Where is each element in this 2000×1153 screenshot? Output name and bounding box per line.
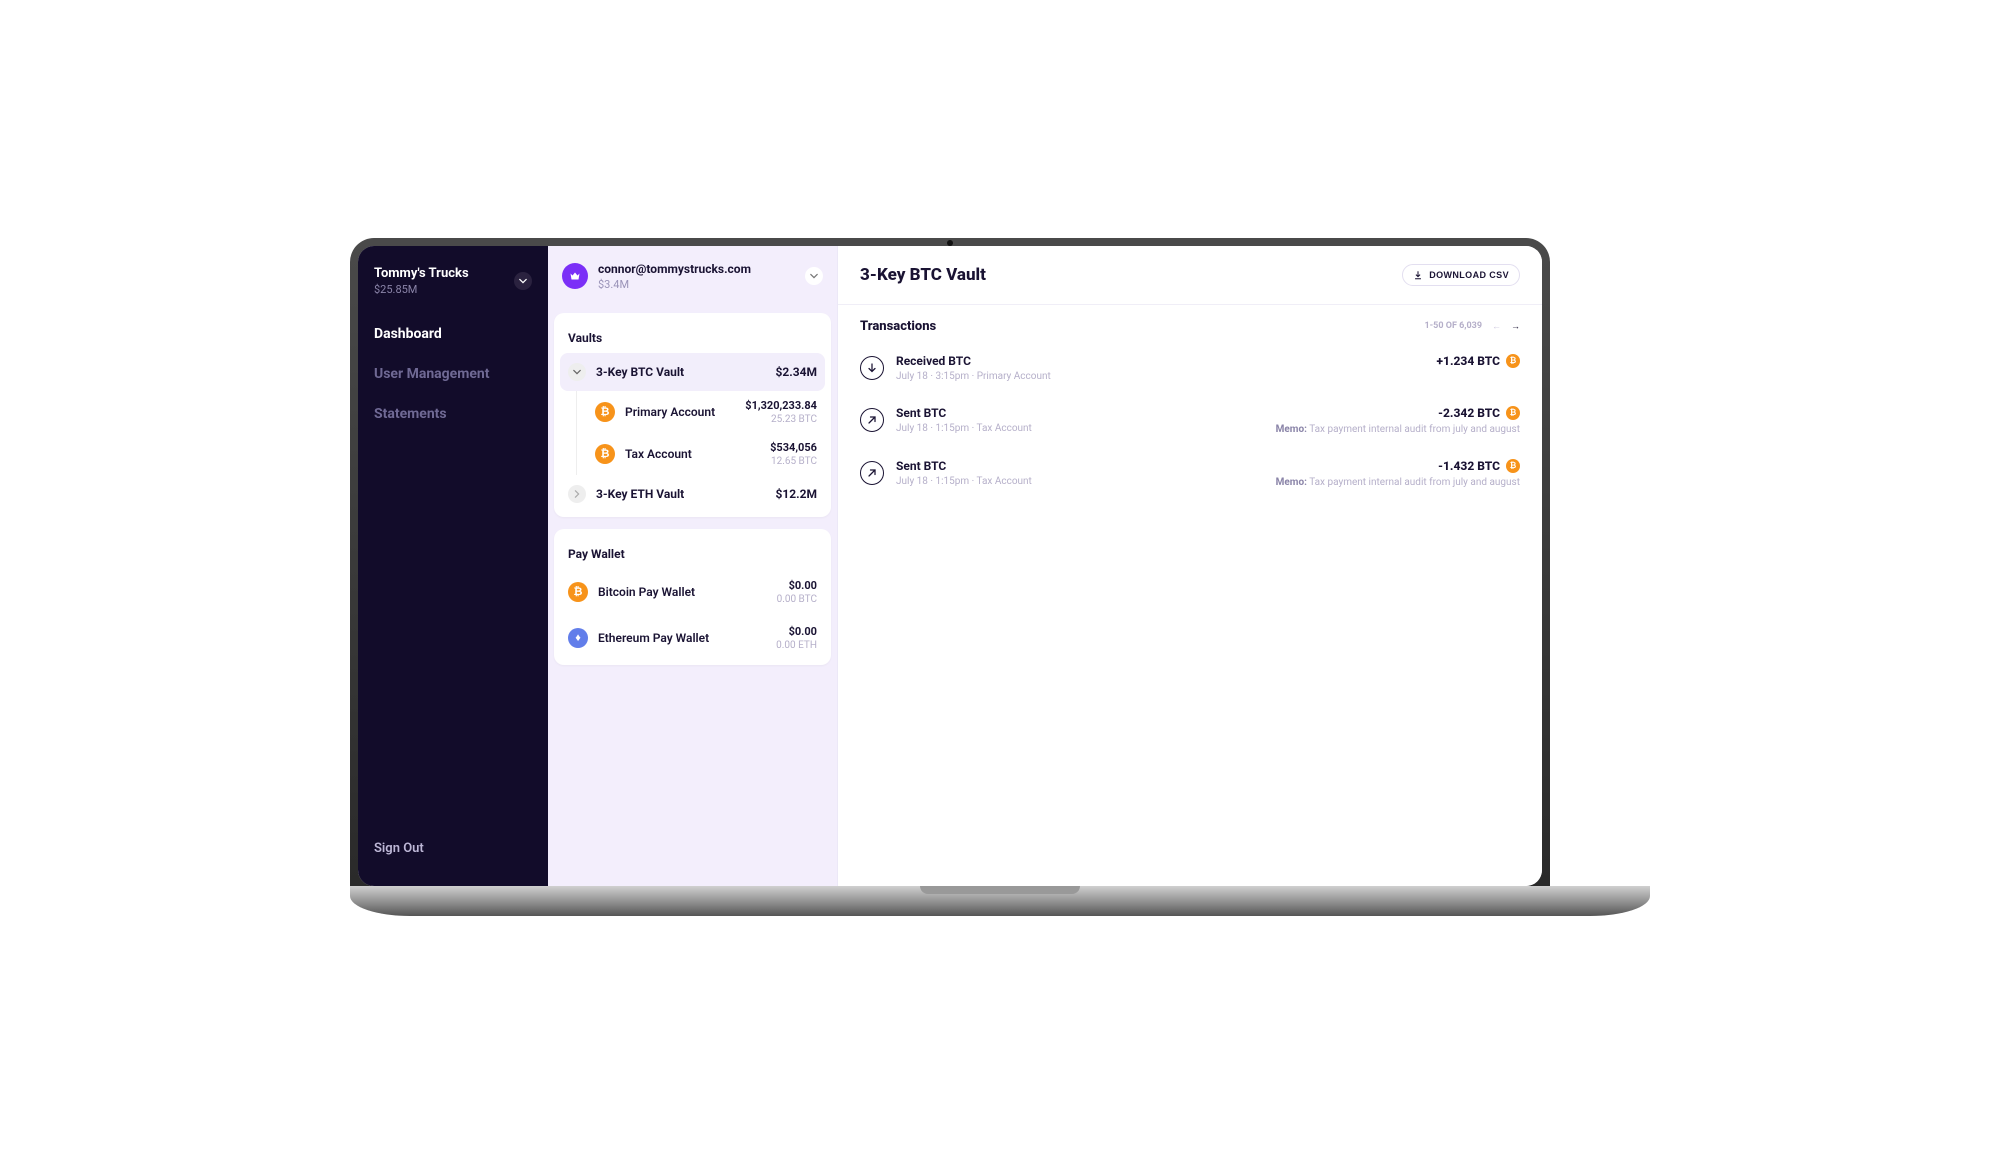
subaccount-crypto: 12.65 BTC: [770, 456, 817, 467]
transaction-title: Received BTC: [896, 354, 1425, 368]
ethereum-icon: ♦: [568, 628, 588, 648]
sidebar: Tommy's Trucks $25.85M Dashboard User Ma…: [358, 246, 548, 886]
bitcoin-icon: ₿: [595, 402, 615, 422]
bitcoin-icon: ₿: [595, 444, 615, 464]
transactions-header: Transactions 1-50 OF 6,039 ← →: [838, 305, 1542, 342]
account-chevron[interactable]: [805, 267, 823, 285]
arrow-down-icon: [860, 356, 884, 380]
webcam-dot: [947, 240, 953, 246]
vault-name: 3-Key BTC Vault: [596, 365, 684, 379]
pay-wallet-eth[interactable]: ♦ Ethereum Pay Wallet $0.00 0.00 ETH: [554, 615, 831, 661]
crown-icon: [562, 263, 588, 289]
accounts-column: connor@tommystrucks.com $3.4M Vaults 3-K…: [548, 246, 838, 886]
vaults-title: Vaults: [554, 317, 831, 353]
transaction-title: Sent BTC: [896, 406, 1264, 420]
vault-row-btc[interactable]: 3-Key BTC Vault $2.34M: [560, 353, 825, 391]
download-icon: [1413, 270, 1423, 280]
memo-text: Tax payment internal audit from july and…: [1309, 477, 1520, 488]
memo-text: Tax payment internal audit from july and…: [1309, 424, 1520, 435]
pager-prev[interactable]: ←: [1492, 321, 1501, 332]
transactions-list: Received BTC July 18 · 3:15pm · Primary …: [838, 342, 1542, 500]
transaction-meta: July 18 · 1:15pm · Tax Account: [896, 476, 1264, 487]
laptop-base: [350, 886, 1650, 916]
transaction-amount: -2.342 BTC: [1438, 406, 1500, 420]
subaccount-primary[interactable]: ₿ Primary Account $1,320,233.84 25.23 BT…: [595, 391, 831, 433]
vaults-panel: Vaults 3-Key BTC Vault $2.34M ₿: [554, 313, 831, 517]
transaction-row[interactable]: Sent BTC July 18 · 1:15pm · Tax Account …: [860, 447, 1520, 500]
memo-label: Memo:: [1276, 477, 1307, 488]
chevron-down-icon: [810, 272, 818, 280]
wallet-name: Bitcoin Pay Wallet: [598, 585, 695, 599]
nav-user-management[interactable]: User Management: [374, 356, 532, 392]
wallet-amount: $0.00: [776, 625, 817, 638]
pager-text: 1-50 OF 6,039: [1424, 321, 1482, 331]
account-value: $3.4M: [598, 278, 751, 291]
vault-row-eth[interactable]: 3-Key ETH Vault $12.2M: [554, 475, 831, 513]
main-panel: 3-Key BTC Vault DOWNLOAD CSV Transaction…: [838, 246, 1542, 886]
arrow-up-right-icon: [860, 461, 884, 485]
download-label: DOWNLOAD CSV: [1429, 270, 1509, 280]
chevron-down-icon: [519, 277, 527, 285]
chevron-down-icon[interactable]: [568, 363, 586, 381]
org-name: Tommy's Trucks: [374, 266, 469, 281]
wallet-crypto: 0.00 BTC: [777, 594, 817, 605]
org-value: $25.85M: [374, 283, 469, 296]
pay-wallet-btc[interactable]: ₿ Bitcoin Pay Wallet $0.00 0.00 BTC: [554, 569, 831, 615]
app-screen: Tommy's Trucks $25.85M Dashboard User Ma…: [358, 246, 1542, 886]
pay-wallet-panel: Pay Wallet ₿ Bitcoin Pay Wallet $0.00 0.…: [554, 529, 831, 665]
subaccount-amount: $534,056: [770, 441, 817, 454]
vault-name: 3-Key ETH Vault: [596, 487, 684, 501]
transaction-amount: +1.234 BTC: [1437, 354, 1500, 368]
vault-amount: $2.34M: [775, 365, 817, 379]
nav-dashboard[interactable]: Dashboard: [374, 316, 532, 352]
subaccount-crypto: 25.23 BTC: [745, 414, 817, 425]
subaccount-amount: $1,320,233.84: [745, 399, 817, 412]
bitcoin-icon: ₿: [568, 582, 588, 602]
org-switcher-chevron[interactable]: [514, 272, 532, 290]
vault-amount: $12.2M: [775, 487, 817, 501]
transaction-amount: -1.432 BTC: [1438, 459, 1500, 473]
chevron-right-icon[interactable]: [568, 485, 586, 503]
account-switcher[interactable]: connor@tommystrucks.com $3.4M: [548, 246, 837, 307]
org-switcher[interactable]: Tommy's Trucks $25.85M: [358, 266, 548, 316]
bitcoin-icon: ₿: [1506, 459, 1520, 473]
memo-label: Memo:: [1276, 424, 1307, 435]
transaction-meta: July 18 · 3:15pm · Primary Account: [896, 371, 1425, 382]
transactions-title: Transactions: [860, 319, 936, 334]
main-header: 3-Key BTC Vault DOWNLOAD CSV: [838, 246, 1542, 305]
bitcoin-icon: ₿: [1506, 406, 1520, 420]
download-csv-button[interactable]: DOWNLOAD CSV: [1402, 264, 1520, 286]
pay-wallet-title: Pay Wallet: [554, 533, 831, 569]
transaction-title: Sent BTC: [896, 459, 1264, 473]
wallet-amount: $0.00: [777, 579, 817, 592]
pager: 1-50 OF 6,039 ← →: [1424, 321, 1520, 332]
sidebar-nav: Dashboard User Management Statements: [358, 316, 548, 432]
page-title: 3-Key BTC Vault: [860, 265, 986, 285]
transaction-meta: July 18 · 1:15pm · Tax Account: [896, 423, 1264, 434]
signout-button[interactable]: Sign Out: [358, 841, 548, 866]
arrow-up-right-icon: [860, 408, 884, 432]
subaccount-name: Tax Account: [625, 447, 692, 461]
wallet-crypto: 0.00 ETH: [776, 640, 817, 651]
vault-subaccounts: ₿ Primary Account $1,320,233.84 25.23 BT…: [576, 391, 831, 475]
wallet-name: Ethereum Pay Wallet: [598, 631, 709, 645]
nav-statements[interactable]: Statements: [374, 396, 532, 432]
transaction-row[interactable]: Received BTC July 18 · 3:15pm · Primary …: [860, 342, 1520, 394]
bitcoin-icon: ₿: [1506, 354, 1520, 368]
transaction-row[interactable]: Sent BTC July 18 · 1:15pm · Tax Account …: [860, 394, 1520, 447]
subaccount-name: Primary Account: [625, 405, 715, 419]
subaccount-tax[interactable]: ₿ Tax Account $534,056 12.65 BTC: [595, 433, 831, 475]
pager-next[interactable]: →: [1511, 321, 1520, 332]
account-email: connor@tommystrucks.com: [598, 262, 751, 276]
